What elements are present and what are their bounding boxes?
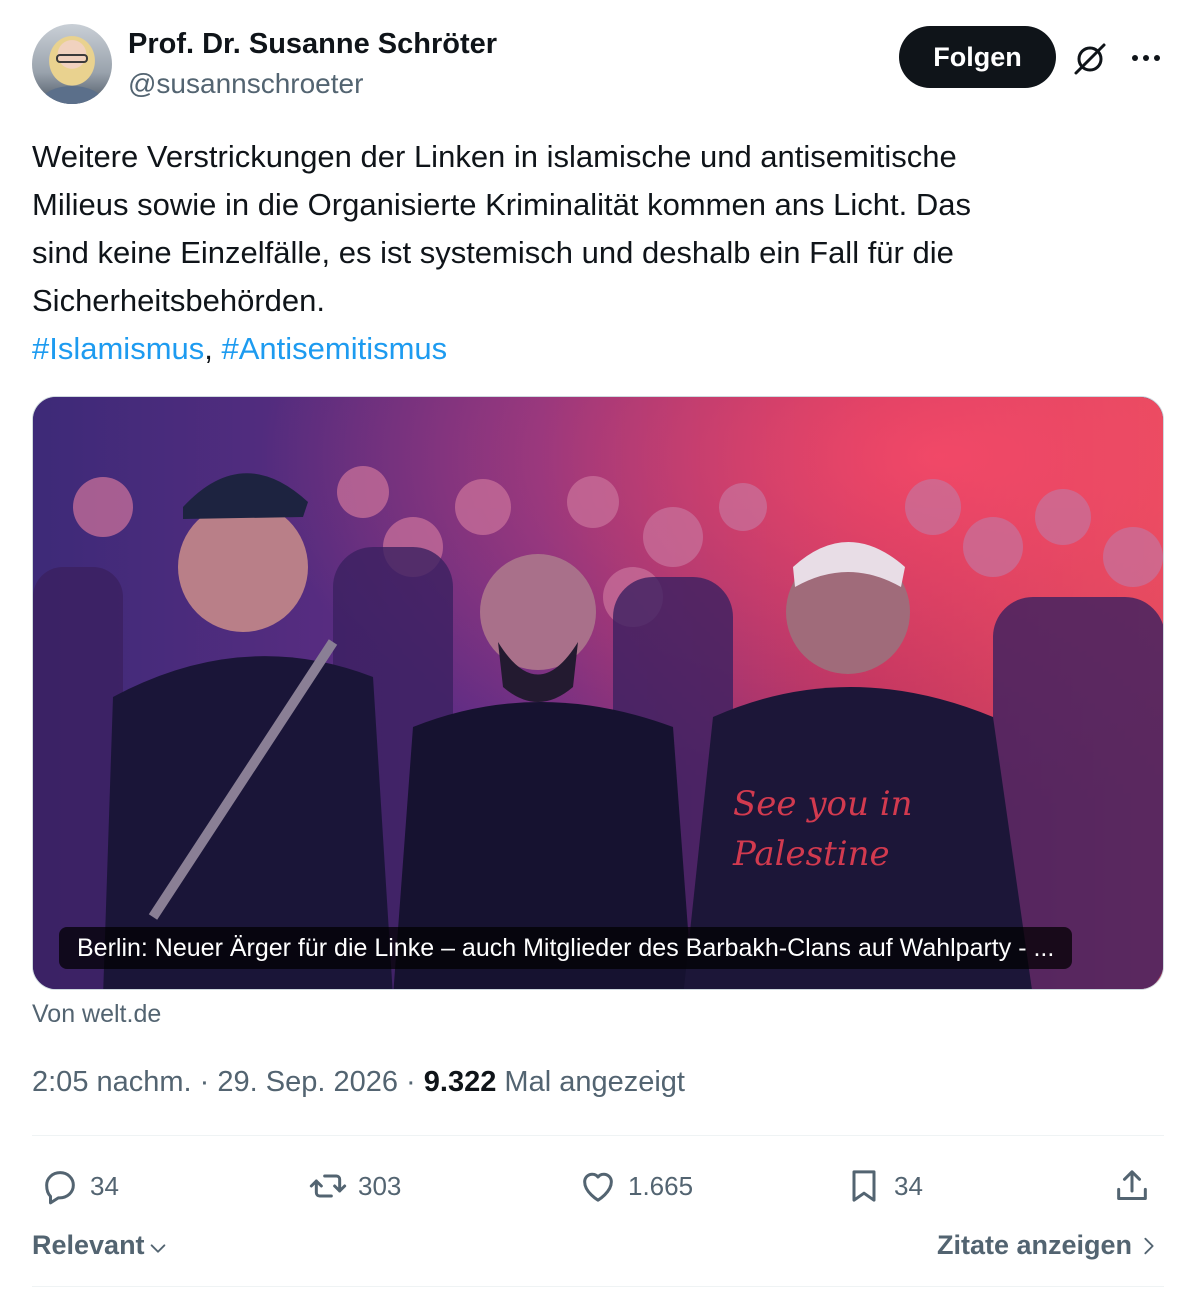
repost-icon [309,1174,347,1198]
reply-count: 34 [90,1170,119,1201]
card-caption: Berlin: Neuer Ärger für die Linke – auch… [59,927,1073,969]
chevron-right-icon [1144,1237,1154,1254]
author-handle[interactable]: @susannschroeter [128,68,363,100]
bookmark-icon [852,1170,876,1202]
action-bar: 34 303 1.665 34 [32,1160,1164,1212]
view-count: 9.322 [423,1066,497,1098]
link-card[interactable]: See you in Palestine Berlin: Neuer Ärger… [32,396,1164,990]
hashtag-islamismus[interactable]: #Islamismus [32,331,204,366]
bookmark-count: 34 [894,1170,923,1201]
tweet-meta: 2:05 nachm. · 29. Sep. 2026 · 9.322 Mal … [32,1066,685,1099]
view-quotes-link[interactable]: Zitate anzeigen [937,1230,1160,1261]
repost-count: 303 [358,1170,402,1201]
view-count-label: Mal angezeigt [504,1066,685,1098]
shirt-text: See you in [733,784,913,824]
divider [32,1135,1164,1136]
tweet-text: Weitere Verstrickungen der Linken in isl… [32,133,1164,373]
more-icon[interactable] [1128,40,1164,76]
chevron-down-icon [150,1243,165,1253]
like-count: 1.665 [628,1170,694,1201]
follow-button[interactable]: Folgen [899,26,1056,88]
hashtag-antisemitismus[interactable]: #Antisemitismus [222,331,448,366]
reply-icon [45,1171,75,1205]
tweet-date[interactable]: 29. Sep. 2026 [217,1066,398,1098]
card-source[interactable]: Von welt.de [32,1000,161,1029]
reply-button[interactable]: 34 [40,1160,119,1212]
tweet-line: Milieus sowie in die Organisierte Krimin… [32,187,971,222]
like-button[interactable]: 1.665 [578,1160,693,1212]
tweet-line: Sicherheitsbehörden. [32,283,325,318]
sort-dropdown[interactable]: Relevant [32,1230,169,1261]
divider [32,1286,1164,1287]
shirt-text: Palestine [732,834,890,874]
repost-button[interactable]: 303 [308,1160,401,1212]
meta-dot: · [191,1066,218,1098]
share-icon [1117,1170,1147,1200]
avatar[interactable] [32,24,112,104]
tweet-line: Weitere Verstrickungen der Linken in isl… [32,139,957,174]
article-photo: See you in Palestine [33,397,1163,989]
hashtag-separator: , [204,331,222,366]
tweet-line: sind keine Einzelfälle, es ist systemisc… [32,235,954,270]
like-icon [583,1172,613,1202]
share-button[interactable] [1112,1160,1162,1212]
tweet-header: Prof. Dr. Susanne Schröter @susannschroe… [32,22,1164,106]
hashtag-line: #Islamismus, #Antisemitismus [32,325,1164,373]
author-name[interactable]: Prof. Dr. Susanne Schröter [128,28,497,61]
grok-icon[interactable] [1072,40,1108,76]
quotes-label: Zitate anzeigen [936,1230,1132,1260]
meta-dot: · [398,1066,424,1098]
bookmark-button[interactable]: 34 [844,1160,923,1212]
tweet-time[interactable]: 2:05 nachm. [32,1066,192,1098]
replies-footer: Relevant Zitate anzeigen [32,1228,1164,1268]
sort-label: Relevant [32,1230,145,1260]
